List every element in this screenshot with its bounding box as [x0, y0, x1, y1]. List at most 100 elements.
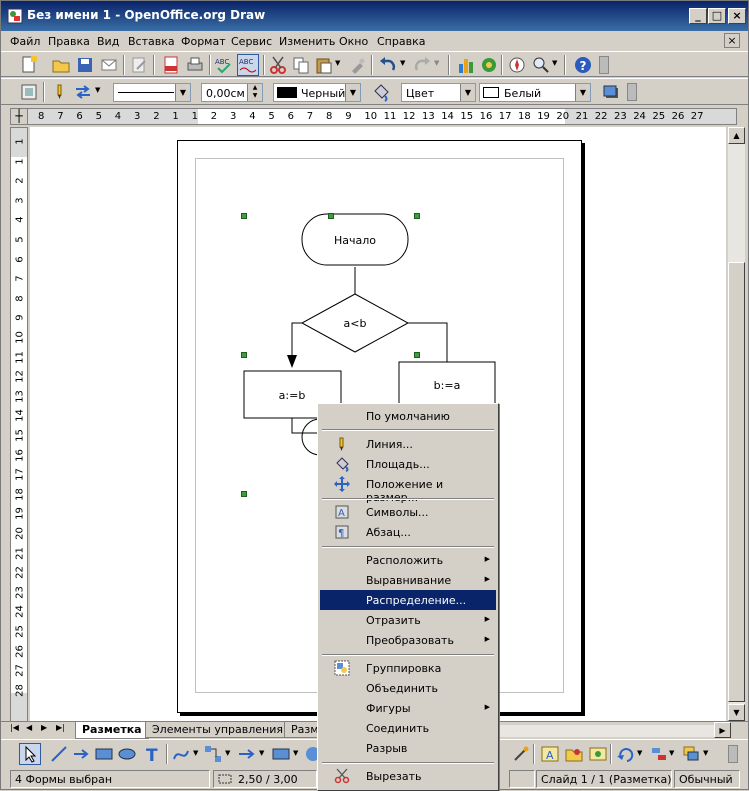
line-color-select[interactable]: Черный ▼ — [273, 83, 361, 102]
text-tool-icon[interactable]: T — [142, 744, 162, 764]
arrange-dropdown-icon[interactable]: ▼ — [703, 749, 708, 757]
zoom-icon[interactable] — [531, 55, 551, 75]
alignment-dropdown-icon[interactable]: ▼ — [669, 749, 674, 757]
selection-handle[interactable] — [414, 213, 420, 219]
menu-item-cut[interactable]: Вырезать — [320, 766, 496, 786]
navigator-icon[interactable] — [507, 55, 527, 75]
tab-layout[interactable]: Разметка — [75, 722, 149, 739]
menu-item-connect[interactable]: Соединить — [320, 718, 496, 738]
from-file-icon[interactable] — [564, 744, 584, 764]
menu-item-line[interactable]: Линия... — [320, 434, 496, 454]
rectangle-tool-icon[interactable] — [94, 744, 114, 764]
spin-buttons[interactable]: ▲ ▼ — [247, 84, 262, 101]
curve-dropdown-icon[interactable]: ▼ — [193, 749, 198, 757]
undo-dropdown-icon[interactable]: ▼ — [400, 59, 405, 67]
vertical-scrollbar[interactable]: ▲ ▼ — [728, 127, 745, 721]
autospellcheck-icon[interactable]: ABC — [237, 54, 259, 76]
horizontal-ruler[interactable]: 8 7 6 5 4 3 2 1 1 2 3 4 5 6 7 8 9 10 11 12 13 14 15 16 17 18 19 20 2… — [10, 108, 737, 125]
menu-item-break[interactable]: Разрыв — [320, 738, 496, 758]
scroll-right-button[interactable]: ▶ — [714, 722, 731, 738]
mail-icon[interactable] — [99, 55, 119, 75]
line-arrow-tool-icon[interactable] — [71, 744, 91, 764]
basic-shapes-icon[interactable] — [271, 744, 291, 764]
edit-file-icon[interactable] — [129, 55, 149, 75]
toolbar-overflow-icon[interactable] — [627, 83, 637, 101]
copy-icon[interactable] — [291, 55, 311, 75]
lines-dropdown-icon[interactable]: ▼ — [259, 749, 264, 757]
vertical-ruler[interactable]: 1 1 2 3 4 5 6 7 8 9 10 11 12 13 14 15 16 17 18 19 20 21 22 23 24… — [10, 127, 28, 723]
chevron-down-icon[interactable]: ▼ — [175, 84, 190, 101]
menu-file[interactable]: Файл — [10, 35, 40, 48]
alignment-icon[interactable] — [649, 744, 669, 764]
close-button[interactable]: × — [728, 8, 746, 24]
menu-insert[interactable]: Вставка — [128, 35, 175, 48]
fontwork-icon[interactable]: A — [540, 744, 560, 764]
connector-tool-icon[interactable] — [203, 744, 223, 764]
menu-tools[interactable]: Сервис — [231, 35, 272, 48]
menu-item-shapes[interactable]: Фигуры ▶ — [320, 698, 496, 718]
line-icon[interactable] — [49, 82, 69, 102]
menu-item-alignment[interactable]: Выравнивание ▶ — [320, 570, 496, 590]
scroll-down-button[interactable]: ▼ — [728, 704, 745, 721]
paste-icon[interactable] — [314, 55, 334, 75]
tab-controls[interactable]: Элементы управления — [145, 722, 290, 738]
menu-item-group[interactable]: Группировка — [320, 658, 496, 678]
menu-item-combine[interactable]: Объединить — [320, 678, 496, 698]
menu-modify[interactable]: Изменить — [279, 35, 335, 48]
shadow-icon[interactable] — [601, 82, 621, 102]
gallery-icon[interactable] — [479, 55, 499, 75]
open-folder-icon[interactable] — [51, 55, 71, 75]
next-tab-icon[interactable]: ▶ — [41, 723, 47, 732]
connector-dropdown-icon[interactable]: ▼ — [225, 749, 230, 757]
menu-window[interactable]: Окно — [339, 35, 368, 48]
save-icon[interactable] — [75, 55, 95, 75]
curve-tool-icon[interactable] — [171, 744, 191, 764]
selection-handle[interactable] — [241, 213, 247, 219]
menu-item-paragraph[interactable]: ¶ Абзац... — [320, 522, 496, 542]
menu-item-convert[interactable]: Преобразовать ▶ — [320, 630, 496, 650]
maximize-button[interactable]: □ — [708, 8, 726, 24]
menu-item-arrange[interactable]: Расположить ▶ — [320, 550, 496, 570]
selection-handle[interactable] — [241, 352, 247, 358]
toolbar-overflow-icon[interactable] — [599, 56, 609, 74]
styles-icon[interactable] — [19, 82, 39, 102]
chevron-down-icon[interactable]: ▼ — [575, 84, 590, 101]
area-style-select[interactable]: Цвет ▼ — [401, 83, 476, 102]
selection-handle[interactable] — [241, 491, 247, 497]
help-icon[interactable]: ? — [573, 55, 593, 75]
ellipse-tool-icon[interactable] — [117, 744, 137, 764]
rotate-icon[interactable] — [616, 744, 636, 764]
line-width-field[interactable]: 0,00см ▲ ▼ — [201, 83, 263, 102]
cut-icon[interactable] — [268, 55, 288, 75]
menu-format[interactable]: Формат — [181, 35, 226, 48]
arrow-style-dropdown-icon[interactable]: ▼ — [95, 86, 100, 94]
arrange-icon[interactable] — [681, 744, 701, 764]
chevron-down-icon[interactable]: ▼ — [460, 84, 475, 101]
lines-arrows-tool-icon[interactable] — [237, 744, 257, 764]
points-tool-icon[interactable] — [511, 744, 531, 764]
basic-shapes-dropdown-icon[interactable]: ▼ — [293, 749, 298, 757]
new-document-icon[interactable] — [19, 55, 39, 75]
scroll-thumb[interactable] — [728, 262, 745, 702]
menu-item-flip[interactable]: Отразить ▶ — [320, 610, 496, 630]
scroll-up-button[interactable]: ▲ — [728, 127, 745, 144]
print-icon[interactable] — [185, 55, 205, 75]
last-tab-icon[interactable]: ▶| — [56, 723, 65, 732]
gallery-tool-icon[interactable] — [588, 744, 608, 764]
menu-item-area[interactable]: Площадь... — [320, 454, 496, 474]
line-style-select[interactable]: ▼ — [113, 83, 191, 102]
clone-format-icon[interactable] — [347, 55, 367, 75]
menu-item-position-size[interactable]: Положение и размер... — [320, 474, 496, 504]
menu-edit[interactable]: Правка — [48, 35, 90, 48]
undo-icon[interactable] — [378, 55, 398, 75]
close-document-button[interactable]: × — [724, 33, 740, 48]
chart-icon[interactable] — [456, 55, 476, 75]
arrow-style-icon[interactable] — [73, 82, 93, 102]
prev-tab-icon[interactable]: ◀ — [26, 723, 32, 732]
rotate-dropdown-icon[interactable]: ▼ — [637, 749, 642, 757]
menu-item-default[interactable]: По умолчанию — [320, 406, 496, 426]
menu-item-distribution[interactable]: Распределение... — [320, 590, 496, 610]
horizontal-scrollbar[interactable] — [499, 725, 714, 737]
first-tab-icon[interactable]: |◀ — [10, 723, 19, 732]
select-arrow-icon[interactable] — [19, 743, 41, 765]
